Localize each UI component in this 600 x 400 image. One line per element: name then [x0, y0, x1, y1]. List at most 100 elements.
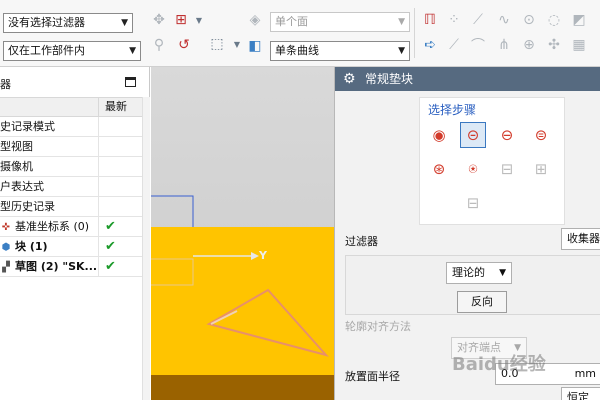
list-item[interactable]: 摄像机	[0, 157, 142, 177]
snap-intersection-icon[interactable]: ⋔	[495, 36, 513, 54]
radius-input[interactable]: 0.0 mm	[495, 363, 600, 385]
snap-grid-point-icon[interactable]: ▦	[570, 36, 588, 54]
list-item[interactable]: 户表达式	[0, 177, 142, 197]
tree-node-datum-csys[interactable]: ✜ 基准坐标系 (0) ✔	[0, 217, 142, 237]
chevron-down-icon[interactable]: ▼	[190, 11, 208, 29]
step-disabled-icon: ⊟	[500, 160, 514, 178]
navigator-title: 器	[0, 78, 11, 91]
row-latest	[98, 117, 142, 136]
snap-face-icon[interactable]: ◩	[570, 11, 588, 29]
snap-midpoint-icon[interactable]: ⟋	[445, 36, 463, 54]
maximize-icon[interactable]	[125, 77, 136, 87]
toolbar-separator	[414, 8, 415, 58]
list-item[interactable]: 型历史记录	[0, 197, 142, 217]
face-rule-icon[interactable]: ◈	[246, 11, 264, 29]
curve-rule-value: 单条曲线	[275, 44, 319, 57]
gear-icon[interactable]: ⚙	[343, 67, 356, 91]
row-name: 史记录模式	[0, 120, 55, 133]
check-icon: ✔	[98, 237, 142, 256]
block-side-face	[151, 375, 334, 400]
rectangle-select-icon[interactable]: ⬚	[208, 35, 226, 53]
row-name: 型视图	[0, 140, 33, 153]
filter-value: 收集器	[567, 232, 600, 245]
radius-value: 0.0	[501, 367, 519, 380]
part-navigator: 器 最新 史记录模式 型视图 摄像机 户表达式 型历史记录 ✜ 基准坐标系 (0)…	[0, 67, 150, 400]
block-face	[151, 227, 334, 375]
intent-select-icon[interactable]: ↺	[175, 36, 193, 54]
step-placement-outline-icon[interactable]: ⊝	[460, 122, 486, 148]
navigator-scrollbar[interactable]	[142, 97, 150, 400]
row-name: ⬢ 块 (1)	[0, 237, 98, 256]
datum-csys-icon: ✜	[1, 222, 11, 233]
y-axis-label: Y	[259, 249, 267, 262]
curve-rule-combo[interactable]: 单条曲线 ▼	[270, 41, 410, 61]
row-latest	[98, 197, 142, 216]
point-on-curve-icon[interactable]: ➪	[421, 36, 439, 54]
step-top-outline-icon[interactable]: ⊜	[528, 122, 554, 148]
navigator-header: 最新	[0, 97, 142, 117]
step-target-icon[interactable]: ⊛	[426, 156, 452, 182]
row-name-text: 块 (1)	[15, 240, 48, 253]
contour-align-label: 轮廓对齐方法	[345, 320, 411, 333]
check-icon: ✔	[98, 217, 142, 236]
selection-steps-panel: 选择步骤 ◉ ⊝ ⊖ ⊜ ⊛ ⍟ ⊟ ⊞ ⊟	[419, 97, 565, 225]
snap-arc-icon[interactable]: ⌒	[469, 36, 487, 54]
navigator-title-bar: 器	[0, 73, 150, 95]
select-feature-icon[interactable]: ✥	[150, 11, 168, 29]
step-placement-face-icon[interactable]: ◉	[426, 122, 452, 148]
curve-rule-icon[interactable]: ◧	[246, 37, 264, 55]
snap-endpoint-icon[interactable]: ℿ	[421, 11, 439, 29]
filter-dropdown[interactable]: 收集器	[561, 228, 600, 250]
row-latest	[98, 177, 142, 196]
face-rule-value: 单个面	[275, 15, 308, 28]
tree-node-sketch[interactable]: ▞ 草图 (2) "SK... ✔	[0, 257, 142, 277]
snap-line-icon[interactable]: ⟋	[469, 11, 487, 29]
taper-dropdown[interactable]: 恒定	[561, 387, 600, 400]
step-disabled-icon: ⊟	[466, 194, 480, 212]
chevron-down-icon: ▼	[121, 18, 128, 28]
step-offset-icon[interactable]: ⍟	[460, 156, 486, 182]
model-view	[151, 195, 334, 400]
selection-toolbar: 没有选择过滤器 ▼ 仅在工作部件内 ▼ ✥ ⊞ ▼ ⚲ ↺ ⬚ ▼ ◈ 单个面 …	[0, 0, 600, 67]
list-item[interactable]: 型视图	[0, 137, 142, 157]
block-icon: ⬢	[1, 242, 11, 253]
snap-existing-point-icon[interactable]: ✣	[545, 36, 563, 54]
reverse-button[interactable]: 反向	[457, 291, 507, 313]
snap-tangent-icon[interactable]: ◌	[545, 11, 563, 29]
tree-node-block[interactable]: ⬢ 块 (1) ✔	[0, 237, 142, 257]
radius-label: 放置面半径	[345, 370, 400, 383]
selection-scope-combo[interactable]: 仅在工作部件内 ▼	[3, 41, 141, 61]
chevron-down-icon[interactable]: ▼	[228, 35, 246, 53]
taper-value: 恒定	[567, 391, 589, 400]
type-filter-combo[interactable]: 没有选择过滤器 ▼	[3, 13, 133, 33]
chevron-down-icon: ▼	[514, 343, 521, 353]
row-name: ▞ 草图 (2) "SK...	[0, 257, 98, 276]
selection-scope-value: 仅在工作部件内	[8, 44, 85, 57]
row-latest	[98, 157, 142, 176]
radius-unit: mm	[574, 367, 596, 380]
snap-point-icon[interactable]: ⊞	[172, 11, 190, 29]
type-dropdown[interactable]: 理论的 ▼	[446, 262, 512, 284]
row-name-text: 基准坐标系 (0)	[15, 220, 90, 233]
chevron-down-icon: ▼	[398, 46, 405, 56]
snap-quadrant-icon[interactable]: ⊕	[520, 36, 538, 54]
snap-center-icon[interactable]: ⊙	[520, 11, 538, 29]
graphics-viewport[interactable]: Y	[151, 67, 334, 400]
list-item[interactable]: 史记录模式	[0, 117, 142, 137]
dialog-title-bar: ⚙ 常规垫块	[335, 67, 600, 91]
snap-grid-icon[interactable]: ⁘	[445, 11, 463, 29]
chevron-down-icon: ▼	[398, 17, 405, 27]
face-rule-combo[interactable]: 单个面 ▼	[270, 12, 410, 32]
row-name: 户表达式	[0, 180, 44, 193]
chevron-down-icon: ▼	[129, 46, 136, 56]
dialog-title: 常规垫块	[365, 72, 414, 86]
row-latest	[98, 137, 142, 156]
row-name: 摄像机	[0, 160, 33, 173]
align-method-value: 对齐端点	[457, 341, 501, 354]
select-dim-icon[interactable]: ⚲	[150, 36, 168, 54]
steps-label: 选择步骤	[428, 103, 477, 117]
snap-curve-icon[interactable]: ∿	[495, 11, 513, 29]
align-method-dropdown[interactable]: 对齐端点 ▼	[451, 337, 527, 359]
column-latest-header[interactable]: 最新	[98, 98, 142, 116]
step-top-face-icon[interactable]: ⊖	[494, 122, 520, 148]
